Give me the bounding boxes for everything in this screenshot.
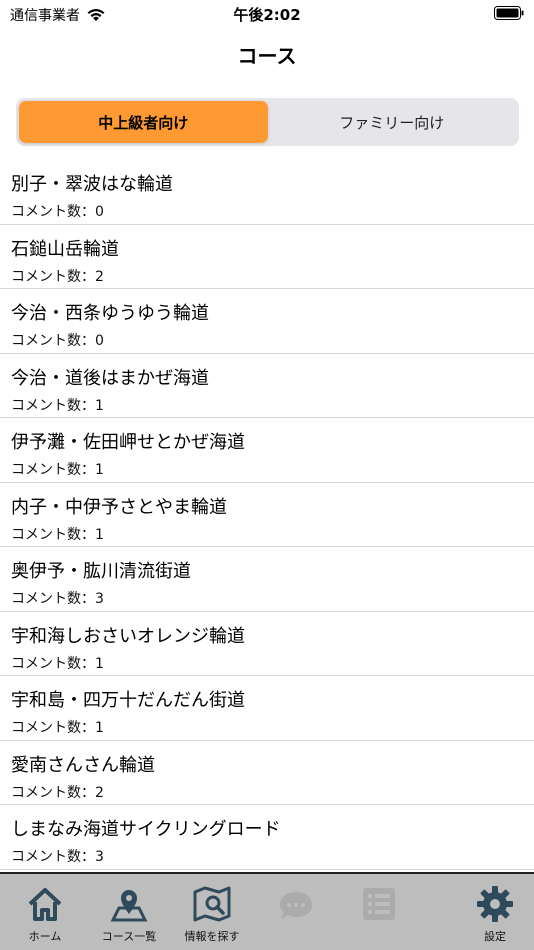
tab-find-info[interactable]: 情報を探す (167, 884, 257, 944)
comment-count: コメント数：2 (11, 784, 104, 801)
tab-home[interactable]: ホーム (0, 884, 90, 944)
course-name: 今治・道後はまかぜ海道 (11, 367, 209, 389)
tab-bar: ホーム コース一覧 情報を探す 設定 (0, 872, 534, 950)
tab-course-list-label: コース一覧 (101, 930, 157, 943)
list-item[interactable]: しまなみ海道サイクリングロード コメント数：3 (0, 805, 534, 870)
course-name: 別子・翠波はな輪道 (11, 174, 173, 195)
status-time: 午後2:02 (233, 6, 301, 24)
course-name: 愛南さんさん輪道 (11, 754, 155, 776)
list-item[interactable]: 奥伊予・肱川清流街道 コメント数：3 (0, 547, 534, 612)
course-name: 宇和島・四万十だんだん街道 (11, 690, 245, 711)
map-pin-icon (110, 890, 148, 922)
comment-count: コメント数：1 (11, 397, 104, 414)
course-name: 伊予灘・佐田岬せとかぜ海道 (11, 432, 245, 453)
course-name: 奥伊予・肱川清流街道 (11, 561, 191, 582)
tab-settings-label: 設定 (484, 930, 506, 943)
page-title: コース (237, 44, 297, 68)
comment-count: コメント数：2 (11, 268, 104, 285)
course-name: しまなみ海道サイクリングロード (11, 819, 281, 840)
tab-find-info-label: 情報を探す (184, 930, 240, 943)
home-icon (28, 888, 62, 921)
list-item[interactable]: 今治・西条ゆうゆう輪道 コメント数：0 (0, 289, 534, 354)
comment-count: コメント数：1 (11, 526, 104, 543)
battery-icon (494, 6, 524, 20)
list-item[interactable]: 宇和島・四万十だんだん街道 コメント数：1 (0, 676, 534, 741)
comment-count: コメント数：3 (11, 849, 104, 865)
list-item[interactable]: 愛南さんさん輪道 コメント数：2 (0, 741, 534, 805)
chat-icon (280, 892, 312, 919)
tab-course-list[interactable]: コース一覧 (84, 884, 174, 944)
list-item[interactable]: 内子・中伊予さとやま輪道 コメント数：1 (0, 483, 534, 547)
list-icon (363, 888, 395, 920)
list-item[interactable]: 石鎚山岳輪道 コメント数：2 (0, 225, 534, 289)
list-item[interactable]: 別子・翠波はな輪道 コメント数：0 (0, 160, 534, 225)
course-name: 内子・中伊予さとやま輪道 (11, 496, 227, 518)
gear-icon (477, 886, 513, 922)
comment-count: コメント数：1 (11, 720, 104, 736)
comment-count: コメント数：3 (11, 591, 104, 607)
status-bar: 通信事業者 午後2:02 (0, 0, 534, 28)
list-item[interactable]: 伊予灘・佐田岬せとかぜ海道 コメント数：1 (0, 418, 534, 483)
course-list: 別子・翠波はな輪道 コメント数：0 石鎚山岳輪道 コメント数：2 今治・西条ゆう… (0, 160, 534, 870)
segment-advanced[interactable]: 中上級者向け (19, 101, 268, 143)
tab-chat[interactable] (251, 884, 341, 924)
comment-count: コメント数：1 (11, 462, 104, 478)
list-item[interactable]: 今治・道後はまかぜ海道 コメント数：1 (0, 354, 534, 418)
tab-list[interactable] (334, 884, 424, 924)
list-item[interactable]: 宇和海しおさいオレンジ輪道 コメント数：1 (0, 612, 534, 676)
comment-count: コメント数：0 (11, 204, 104, 220)
course-name: 今治・西条ゆうゆう輪道 (11, 303, 209, 324)
map-search-icon (193, 886, 231, 922)
comment-count: コメント数：0 (11, 333, 104, 349)
course-name: 石鎚山岳輪道 (11, 238, 119, 260)
segment-family[interactable]: ファミリー向け (268, 101, 517, 143)
tab-settings[interactable]: 設定 (450, 884, 534, 944)
comment-count: コメント数：1 (11, 655, 104, 672)
course-name: 宇和海しおさいオレンジ輪道 (11, 625, 245, 647)
tab-home-label: ホーム (28, 930, 62, 943)
level-segmented-control: 中上級者向け ファミリー向け (16, 98, 519, 146)
